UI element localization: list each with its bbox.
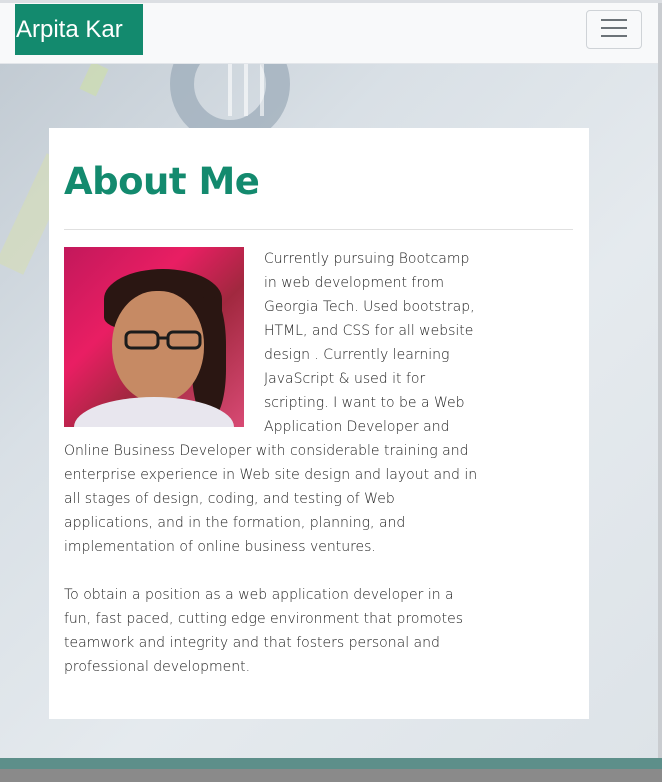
background-decoration <box>79 64 109 97</box>
page-title: About Me <box>64 160 260 203</box>
scrollbar[interactable] <box>658 3 662 758</box>
divider <box>64 229 573 230</box>
about-content: Currently pursuing Bootcamp in web devel… <box>64 247 484 679</box>
navbar-toggler-button[interactable] <box>586 10 642 49</box>
footer <box>0 758 662 769</box>
background-decoration <box>228 64 268 116</box>
navbar: Arpita Kar <box>0 3 658 64</box>
about-card: About Me Currently pursuing Bootcamp in … <box>49 128 589 719</box>
footer-bottom <box>0 769 662 782</box>
objective-paragraph: To obtain a position as a web applicatio… <box>64 587 463 675</box>
brand-link[interactable]: Arpita Kar <box>15 4 143 55</box>
hamburger-menu-icon <box>600 17 628 42</box>
profile-photo <box>64 247 244 427</box>
